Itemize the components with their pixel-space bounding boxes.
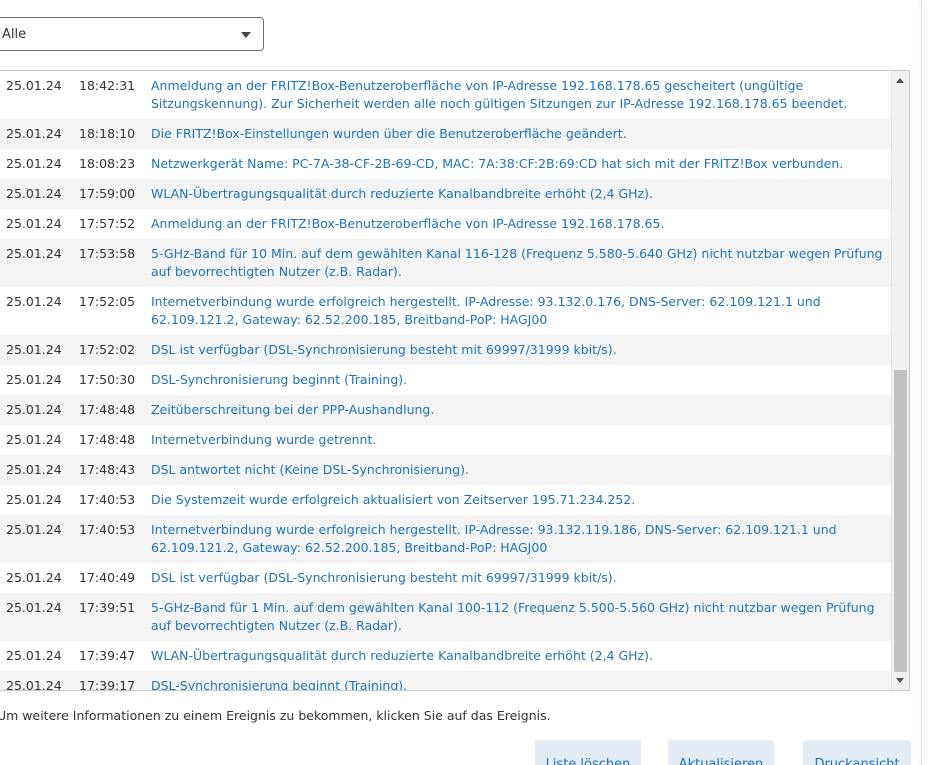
event-date: 25.01.24: [6, 432, 62, 447]
event-time: 18:08:23: [79, 156, 136, 171]
event-row[interactable]: 25.01.24 18:42:31 Anmeldung an der FRITZ!B…: [0, 71, 893, 119]
event-time: 17:48:48: [79, 432, 136, 447]
event-message-link[interactable]: Internetverbindung wurde getrennt.: [151, 431, 893, 449]
event-message-link[interactable]: Die Systemzeit wurde erfolgreich aktuali…: [151, 491, 893, 509]
event-row[interactable]: 25.01.24 17:48:43 DSL antwortet nicht (Kei…: [0, 455, 893, 485]
event-date: 25.01.24: [6, 216, 62, 231]
event-info-hint: Um weitere Informationen zu einem Ereign…: [0, 708, 551, 723]
event-message-link[interactable]: Netzwerkgerät Name: PC-7A-38-CF-2B-69-CD…: [151, 155, 893, 173]
event-row[interactable]: 25.01.24 17:50:30 DSL-Synchronisierung beg…: [0, 365, 893, 395]
event-message-link[interactable]: Zeitüberschreitung bei der PPP-Aushandlu…: [151, 401, 893, 419]
event-message-link[interactable]: DSL ist verfügbar (DSL-Synchronisierung …: [151, 569, 893, 587]
event-time: 17:40:53: [79, 492, 136, 507]
scrollbar-thumb[interactable]: [894, 370, 907, 672]
event-time: 17:53:58: [79, 246, 136, 261]
event-time: 17:39:17: [79, 678, 136, 691]
event-message-link[interactable]: Die FRITZ!Box-Einstellungen wurden über …: [151, 125, 893, 143]
event-row[interactable]: 25.01.24 18:08:23 Netzwerkgerät Name: PC-7…: [0, 149, 893, 179]
event-date: 25.01.24: [6, 678, 62, 691]
event-row[interactable]: 25.01.24 17:48:48 Zeitüberschreitung bei d…: [0, 395, 893, 425]
event-time: 17:40:53: [79, 522, 136, 537]
event-date: 25.01.24: [6, 156, 62, 171]
event-message-link[interactable]: 5-GHz-Band für 1 Min. auf dem gewählten …: [151, 599, 893, 635]
event-time: 17:48:43: [79, 462, 136, 477]
event-time: 17:52:02: [79, 342, 136, 357]
event-message-link[interactable]: Anmeldung an der FRITZ!Box-Benutzeroberf…: [151, 77, 893, 113]
event-log-page: Alle 25.01.24 18:42:31 Anmeldung an der FR…: [0, 0, 940, 765]
event-time: 18:42:31: [79, 78, 136, 93]
event-time: 17:52:05: [79, 294, 136, 309]
event-log-scrollbar[interactable]: [891, 71, 909, 690]
clear-list-button[interactable]: Liste löschen: [535, 740, 641, 765]
event-date: 25.01.24: [6, 186, 62, 201]
event-date: 25.01.24: [6, 648, 62, 663]
event-date: 25.01.24: [6, 372, 62, 387]
event-row[interactable]: 25.01.24 18:18:10 Die FRITZ!Box-Einstellun…: [0, 119, 893, 149]
event-row[interactable]: 25.01.24 17:39:17 DSL-Synchronisierung beg…: [0, 671, 893, 691]
event-filter-value: Alle: [2, 27, 27, 42]
chevron-down-icon: [241, 32, 251, 38]
event-message-link[interactable]: WLAN-Übertragungsqualität durch reduzier…: [151, 647, 893, 665]
event-message-link[interactable]: Internetverbindung wurde erfolgreich her…: [151, 293, 893, 329]
event-time: 18:18:10: [79, 126, 136, 141]
event-date: 25.01.24: [6, 294, 62, 309]
event-message-link[interactable]: WLAN-Übertragungsqualität durch reduzier…: [151, 185, 893, 203]
page-edge-divider: [921, 0, 940, 765]
event-row[interactable]: 25.01.24 17:52:05 Internetverbindung wurde…: [0, 287, 893, 335]
event-row[interactable]: 25.01.24 17:40:49 DSL ist verfügbar (DSL-S…: [0, 563, 893, 593]
event-row[interactable]: 25.01.24 17:52:02 DSL ist verfügbar (DSL-S…: [0, 335, 893, 365]
print-view-button[interactable]: Druckansicht: [803, 740, 911, 765]
scroll-up-arrow-icon[interactable]: [896, 78, 904, 83]
event-date: 25.01.24: [6, 492, 62, 507]
event-date: 25.01.24: [6, 126, 62, 141]
event-time: 17:39:47: [79, 648, 136, 663]
event-log-list: 25.01.24 18:42:31 Anmeldung an der FRITZ!B…: [0, 71, 893, 691]
event-row[interactable]: 25.01.24 17:40:53 Die Systemzeit wurde erf…: [0, 485, 893, 515]
event-date: 25.01.24: [6, 78, 62, 93]
event-time: 17:39:51: [79, 600, 136, 615]
refresh-button[interactable]: Aktualisieren: [668, 740, 774, 765]
event-time: 17:40:49: [79, 570, 136, 585]
event-date: 25.01.24: [6, 402, 62, 417]
event-message-link[interactable]: DSL ist verfügbar (DSL-Synchronisierung …: [151, 341, 893, 359]
event-row[interactable]: 25.01.24 17:40:53 Internetverbindung wurde…: [0, 515, 893, 563]
event-message-link[interactable]: DSL-Synchronisierung beginnt (Training).: [151, 677, 893, 690]
event-row[interactable]: 25.01.24 17:59:00 WLAN-Übertragungsqualitä…: [0, 179, 893, 209]
event-time: 17:48:48: [79, 402, 136, 417]
event-time: 17:59:00: [79, 186, 136, 201]
event-date: 25.01.24: [6, 522, 62, 537]
event-date: 25.01.24: [6, 342, 62, 357]
event-date: 25.01.24: [6, 600, 62, 615]
event-row[interactable]: 25.01.24 17:48:48 Internetverbindung wurde…: [0, 425, 893, 455]
event-time: 17:50:30: [79, 372, 136, 387]
event-row[interactable]: 25.01.24 17:53:58 5-GHz-Band für 10 Min. a…: [0, 239, 893, 287]
event-message-link[interactable]: DSL-Synchronisierung beginnt (Training).: [151, 371, 893, 389]
event-log-panel: 25.01.24 18:42:31 Anmeldung an der FRITZ!B…: [0, 70, 910, 691]
event-filter-select[interactable]: Alle: [0, 17, 264, 51]
scroll-down-arrow-icon[interactable]: [896, 678, 904, 683]
event-message-link[interactable]: Internetverbindung wurde erfolgreich her…: [151, 521, 893, 557]
event-message-link[interactable]: DSL antwortet nicht (Keine DSL-Synchroni…: [151, 461, 893, 479]
event-row[interactable]: 25.01.24 17:57:52 Anmeldung an der FRITZ!B…: [0, 209, 893, 239]
event-date: 25.01.24: [6, 570, 62, 585]
event-row[interactable]: 25.01.24 17:39:51 5-GHz-Band für 1 Min. au…: [0, 593, 893, 641]
event-time: 17:57:52: [79, 216, 136, 231]
event-date: 25.01.24: [6, 462, 62, 477]
event-date: 25.01.24: [6, 246, 62, 261]
event-row[interactable]: 25.01.24 17:39:47 WLAN-Übertragungsqualitä…: [0, 641, 893, 671]
event-message-link[interactable]: 5-GHz-Band für 10 Min. auf dem gewählten…: [151, 245, 893, 281]
event-message-link[interactable]: Anmeldung an der FRITZ!Box-Benutzeroberf…: [151, 215, 893, 233]
